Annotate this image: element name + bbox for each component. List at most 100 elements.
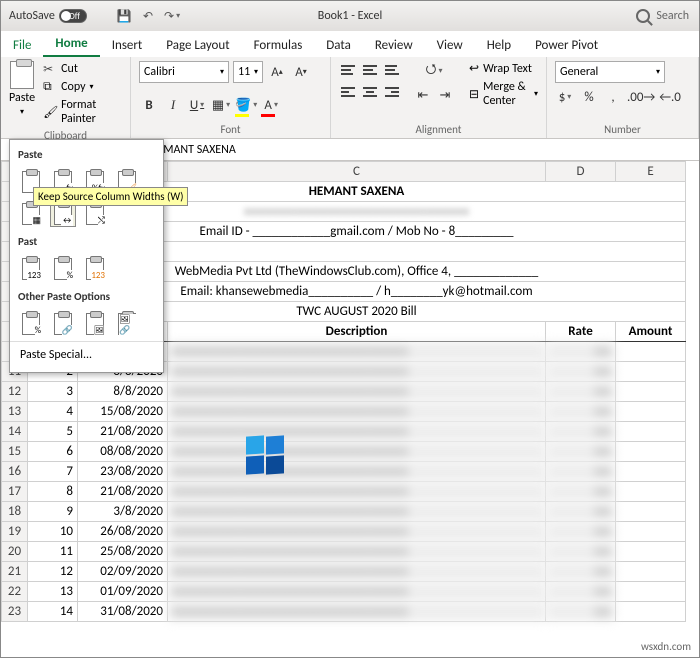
cell-rate[interactable]: xxx (546, 482, 616, 502)
decrease-indent-icon[interactable]: ⇤ (413, 85, 433, 105)
cell-desc[interactable]: xxxxxxxxxxxxxxxxxxxxxxxxxxxxxxxxxxxxxxxx… (168, 582, 546, 602)
row-header[interactable]: 17 (2, 482, 28, 502)
cell-desc[interactable]: xxxxxxxxxxxxxxxxxxxxxxxxxxxxxxxxxxxxxxxx… (168, 442, 546, 462)
font-name-combo[interactable]: Calibri▾ (139, 61, 229, 83)
tab-page-layout[interactable]: Page Layout (154, 34, 241, 57)
comma-format-icon[interactable]: , (603, 87, 623, 107)
font-size-combo[interactable]: 11▾ (233, 61, 263, 83)
merge-center-button[interactable]: ⊟Merge & Center▾ (469, 80, 538, 108)
increase-decimal-icon[interactable]: .00→ (627, 87, 655, 107)
cell-desc[interactable]: xxxxxxxxxxxxxxxxxxxxxxxxxxxxxxxxxxxxxxxx… (168, 502, 546, 522)
format-painter-button[interactable]: 🖌Format Painter (41, 97, 122, 127)
cell-amount[interactable] (616, 442, 686, 462)
cell-amount[interactable] (616, 422, 686, 442)
cell-amount[interactable] (616, 582, 686, 602)
cell-desc[interactable]: xxxxxxxxxxxxxxxxxxxxxxxxxxxxxxxxxxxxxxxx… (168, 602, 546, 622)
search-box[interactable]: Search (626, 9, 699, 23)
cell-amount[interactable] (616, 402, 686, 422)
cut-button[interactable]: ✂Cut (41, 61, 122, 77)
cell-date[interactable]: 15/08/2020 (78, 402, 168, 422)
cell-date[interactable]: 8/8/2020 (78, 382, 168, 402)
cell-date[interactable]: 26/08/2020 (78, 522, 168, 542)
tab-help[interactable]: Help (475, 34, 523, 57)
autosave-toggle[interactable]: AutoSave Off (1, 9, 110, 23)
cell-desc[interactable]: xxxxxxxxxxxxxxxxxxxxxxxxxxxxxxxxxxxxxxxx… (168, 382, 546, 402)
cell-amount[interactable] (616, 502, 686, 522)
row-header[interactable]: 23 (2, 602, 28, 622)
cell-rate[interactable]: xxx (546, 382, 616, 402)
increase-indent-icon[interactable]: ⇥ (435, 85, 455, 105)
cell-rate[interactable]: xxx (546, 502, 616, 522)
paste-option-link[interactable]: 🔗 (50, 311, 76, 337)
paste-option-values-source[interactable]: 123 (82, 256, 108, 282)
row-header[interactable]: 20 (2, 542, 28, 562)
cell-desc[interactable]: xxxxxxxxxxxxxxxxxxxxxxxxxxxxxxxxxxxxxxxx… (168, 462, 546, 482)
increase-font-icon[interactable]: A▴ (267, 62, 287, 82)
decrease-decimal-icon[interactable]: ←.0 (659, 87, 681, 107)
align-top-icon[interactable] (339, 61, 357, 79)
cell-desc[interactable]: xxxxxxxxxxxxxxxxxxxxxxxxxxxxxxxxxxxxxxxx… (168, 422, 546, 442)
row-header[interactable]: 19 (2, 522, 28, 542)
cell-srno[interactable]: 7 (28, 462, 78, 482)
cell-date[interactable]: 23/08/2020 (78, 462, 168, 482)
cell-date[interactable]: 25/08/2020 (78, 542, 168, 562)
cell-desc[interactable]: xxxxxxxxxxxxxxxxxxxxxxxxxxxxxxxxxxxxxxxx… (168, 482, 546, 502)
hdr-amount[interactable]: Amount (616, 322, 686, 342)
paste-option-picture[interactable]: 🖼 (82, 311, 108, 337)
borders-button[interactable]: ▦ (211, 95, 231, 115)
cell-amount[interactable] (616, 562, 686, 582)
row-header[interactable]: 12 (2, 382, 28, 402)
paste-option-values[interactable]: 123 (18, 256, 44, 282)
cell-date[interactable]: 21/08/2020 (78, 422, 168, 442)
cell-rate[interactable]: xxx (546, 582, 616, 602)
tab-power-pivot[interactable]: Power Pivot (523, 34, 610, 57)
cell-desc[interactable]: xxxxxxxxxxxxxxxxxxxxxxxxxxxxxxxxxxxxxxxx… (168, 522, 546, 542)
accounting-format-icon[interactable]: $ (555, 87, 575, 107)
cell-srno[interactable]: 14 (28, 602, 78, 622)
cell-amount[interactable] (616, 542, 686, 562)
row-header[interactable]: 14 (2, 422, 28, 442)
cell-rate[interactable]: xxx (546, 342, 616, 362)
cell-date[interactable]: 02/09/2020 (78, 562, 168, 582)
row-header[interactable]: 22 (2, 582, 28, 602)
cell-srno[interactable]: 10 (28, 522, 78, 542)
cell-desc[interactable]: xxxxxxxxxxxxxxxxxxxxxxxxxxxxxxxxxxxxxxxx… (168, 542, 546, 562)
cell-date[interactable]: 21/08/2020 (78, 482, 168, 502)
cell-srno[interactable]: 12 (28, 562, 78, 582)
align-left-icon[interactable] (339, 83, 357, 101)
cell-desc[interactable]: xxxxxxxxxxxxxxxxxxxxxxxxxxxxxxxxxxxxxxxx… (168, 402, 546, 422)
save-icon[interactable]: 💾 (116, 8, 132, 24)
cell-rate[interactable]: xxx (546, 542, 616, 562)
undo-icon[interactable]: ↶ (140, 8, 156, 24)
cell-rate[interactable]: xxx (546, 422, 616, 442)
row-header[interactable]: 16 (2, 462, 28, 482)
cell-rate[interactable]: xxx (546, 362, 616, 382)
cell-rate[interactable]: xxx (546, 442, 616, 462)
redo-icon[interactable]: ↷ (164, 8, 180, 24)
tab-insert[interactable]: Insert (100, 34, 155, 57)
cell-srno[interactable]: 11 (28, 542, 78, 562)
paste-option-linked-picture[interactable]: 🖼🔗 (114, 311, 140, 337)
cell-amount[interactable] (616, 482, 686, 502)
cell-date[interactable]: 31/08/2020 (78, 602, 168, 622)
cell-amount[interactable] (616, 602, 686, 622)
row-header[interactable]: 13 (2, 402, 28, 422)
orientation-icon[interactable]: ⭯ (413, 61, 455, 81)
paste-option-formatting[interactable]: % (18, 311, 44, 337)
cell-rate[interactable]: xxx (546, 462, 616, 482)
align-bottom-icon[interactable] (383, 61, 401, 79)
underline-button[interactable]: U (187, 95, 207, 115)
cell-amount[interactable] (616, 522, 686, 542)
tab-home[interactable]: Home (43, 32, 99, 57)
cell-amount[interactable] (616, 362, 686, 382)
col-header-d[interactable]: D (546, 162, 616, 182)
cell-desc[interactable]: xxxxxxxxxxxxxxxxxxxxxxxxxxxxxxxxxxxxxxxx… (168, 342, 546, 362)
align-right-icon[interactable] (383, 83, 401, 101)
fill-color-button[interactable]: 🪣 (235, 95, 257, 115)
copy-button[interactable]: ⧉Copy▾ (41, 79, 122, 95)
paste-option-values-number[interactable]: % (50, 256, 76, 282)
cell-date[interactable]: 08/08/2020 (78, 442, 168, 462)
italic-button[interactable]: I (163, 95, 183, 115)
font-color-button[interactable]: A (261, 95, 281, 115)
wrap-text-button[interactable]: ↩Wrap Text (469, 61, 538, 76)
